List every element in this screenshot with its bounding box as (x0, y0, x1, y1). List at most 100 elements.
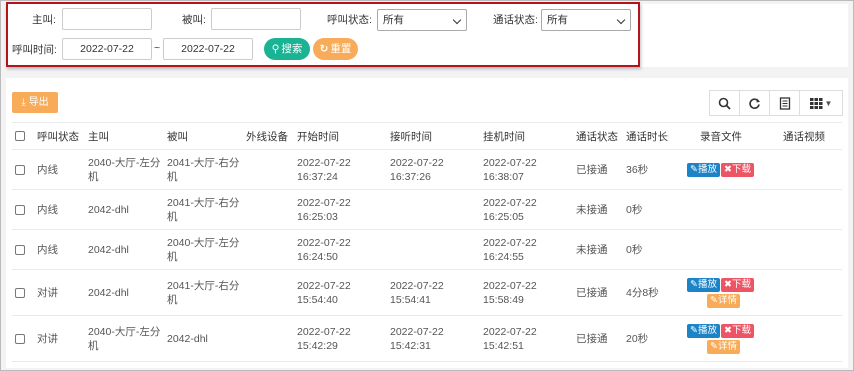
call-status-select[interactable]: 所有 (377, 9, 467, 31)
download-label: 下载 (731, 164, 751, 175)
caller-cell: 2042-dhl (85, 229, 164, 270)
refresh-button[interactable] (739, 90, 770, 116)
talk-status-label: 通话状态: (493, 14, 538, 26)
talk-status-cell: 已接通 (573, 149, 623, 190)
table-row[interactable]: 对讲 2040-大厅-左分机 2042-dhl 2022-07-22 15:42… (12, 315, 842, 362)
talk-status-select[interactable]: 所有 (541, 9, 631, 31)
recording-cell (684, 229, 780, 270)
table-row[interactable]: 内线 2042-dhl 2041-大厅-右分机 2022-07-22 16:25… (12, 189, 842, 230)
hangup-time-cell: 2022-07-22 16:25:05 (480, 189, 573, 230)
start-time-cell: 2022-07-22 15:42:29 (294, 315, 387, 362)
duration-cell: 0秒 (623, 229, 684, 270)
play-label: 播放 (697, 279, 717, 290)
chevron-down-icon (452, 15, 462, 25)
columns-button[interactable] (769, 90, 800, 116)
reset-button[interactable]: ↻ 重置 (313, 38, 358, 60)
search-button[interactable]: ⚲ 搜索 (264, 38, 310, 60)
hangup-time-cell: 2022-07-22 16:24:55 (480, 229, 573, 270)
table-row[interactable]: 内线 2042-dhl 2040-大厅-左分机 2022-07-22 16:24… (12, 229, 842, 270)
edit-icon: ✎ (710, 295, 718, 306)
table-row[interactable]: 对讲 2042-dhl 2041-大厅-右分机 2022-07-22 15:54… (12, 269, 842, 316)
caller-cell: 2040-大厅-左分机 (85, 149, 164, 190)
download-button[interactable]: ✖下载 (720, 163, 754, 177)
col-line-device[interactable]: 外线设备 (243, 122, 294, 150)
col-talk-status[interactable]: 通话状态 (573, 122, 623, 150)
caller-input[interactable] (62, 8, 152, 30)
refresh-icon (749, 97, 760, 109)
recording-cell: ✎播放 ✖下载 (684, 149, 780, 190)
callee-cell: 2041-大厅-右分机 (164, 149, 243, 190)
grid-menu-icon (809, 97, 823, 109)
start-time-cell: 2022-07-22 16:24:50 (294, 229, 387, 270)
start-date-input[interactable]: 2022-07-22 (62, 38, 152, 60)
search-icon (718, 97, 731, 110)
recording-cell: ✎播放 ✖下载 ✎详情 (684, 269, 780, 316)
search-toggle-button[interactable] (709, 90, 740, 116)
refresh-icon: ↻ (319, 43, 329, 55)
talk-status-cell: 未接通 (573, 229, 623, 270)
end-date-input[interactable]: 2022-07-22 (163, 38, 253, 60)
callee-input[interactable] (211, 8, 301, 30)
line-device-cell (243, 229, 294, 270)
play-button[interactable]: ✎播放 (687, 324, 720, 338)
download-button[interactable]: ✖下载 (720, 324, 754, 338)
video-cell (780, 229, 842, 270)
col-caller[interactable]: 主叫 (85, 122, 164, 150)
start-time-cell: 2022-07-22 16:25:03 (294, 189, 387, 230)
talk-status-cell: 已接通 (573, 269, 623, 316)
top-card (640, 4, 848, 67)
col-duration[interactable]: 通话时长 (623, 122, 684, 150)
close-icon: ✖ (723, 325, 732, 336)
call-status-cell: 内线 (34, 149, 85, 190)
line-device-cell (243, 269, 294, 316)
detail-button[interactable]: ✎详情 (707, 340, 740, 354)
table-row[interactable]: 内线 2040-大厅-左分机 2041-大厅-右分机 2022-07-22 16… (12, 149, 842, 190)
recording-cell (684, 189, 780, 230)
caller-label: 主叫: (32, 14, 56, 26)
download-label: 下载 (731, 325, 751, 336)
col-video[interactable]: 通话视频 (780, 122, 842, 150)
play-label: 播放 (697, 164, 717, 175)
hangup-time-cell: 2022-07-22 15:42:51 (480, 315, 573, 362)
col-callee[interactable]: 被叫 (164, 122, 243, 150)
call-records-table: 呼叫状态 主叫 被叫 外线设备 开始时间 接听时间 挂机时间 通话状态 通话时长… (12, 122, 842, 362)
duration-cell: 4分8秒 (623, 269, 684, 316)
col-recording[interactable]: 录音文件 (684, 122, 780, 150)
call-status-label: 呼叫状态: (327, 14, 372, 26)
duration-cell: 0秒 (623, 189, 684, 230)
detail-label: 详情 (717, 341, 737, 352)
row-checkbox[interactable] (15, 164, 25, 175)
search-panel: 主叫: 被叫: 呼叫状态: 所有 通话状态: 所有 呼叫时间: 2022-07-… (6, 2, 640, 67)
row-checkbox[interactable] (15, 204, 25, 215)
search-button-label: 搜索 (281, 43, 303, 55)
answer-time-cell: 2022-07-22 16:37:26 (387, 149, 480, 190)
detail-button[interactable]: ✎详情 (707, 294, 740, 308)
call-time-label: 呼叫时间: (12, 44, 57, 56)
play-button[interactable]: ✎播放 (687, 278, 720, 292)
download-label: 下载 (731, 279, 751, 290)
chevron-down-icon (616, 15, 626, 25)
row-select-cell (12, 315, 34, 362)
select-all-checkbox[interactable] (15, 131, 25, 142)
close-icon: ✖ (723, 279, 732, 290)
play-button[interactable]: ✎播放 (687, 163, 720, 177)
download-button[interactable]: ✖下载 (720, 278, 754, 292)
row-checkbox[interactable] (15, 333, 25, 344)
call-status-cell: 内线 (34, 229, 85, 270)
table-header-row: 呼叫状态 主叫 被叫 外线设备 开始时间 接听时间 挂机时间 通话状态 通话时长… (12, 122, 842, 150)
col-start-time[interactable]: 开始时间 (294, 122, 387, 150)
play-label: 播放 (697, 325, 717, 336)
row-checkbox[interactable] (15, 244, 25, 255)
download-icon: ⤓ (21, 97, 26, 108)
caller-cell: 2040-大厅-左分机 (85, 315, 164, 362)
row-checkbox[interactable] (15, 287, 25, 298)
call-status-value: 所有 (383, 14, 404, 26)
col-call-status[interactable]: 呼叫状态 (34, 122, 85, 150)
grid-menu-button[interactable]: ▼ (799, 90, 843, 116)
col-answer-time[interactable]: 接听时间 (387, 122, 480, 150)
columns-icon (779, 96, 790, 110)
export-button[interactable]: ⤓ 导出 (12, 92, 58, 113)
col-hangup-time[interactable]: 挂机时间 (480, 122, 573, 150)
start-time-cell: 2022-07-22 15:54:40 (294, 269, 387, 316)
export-label: 导出 (28, 97, 49, 108)
